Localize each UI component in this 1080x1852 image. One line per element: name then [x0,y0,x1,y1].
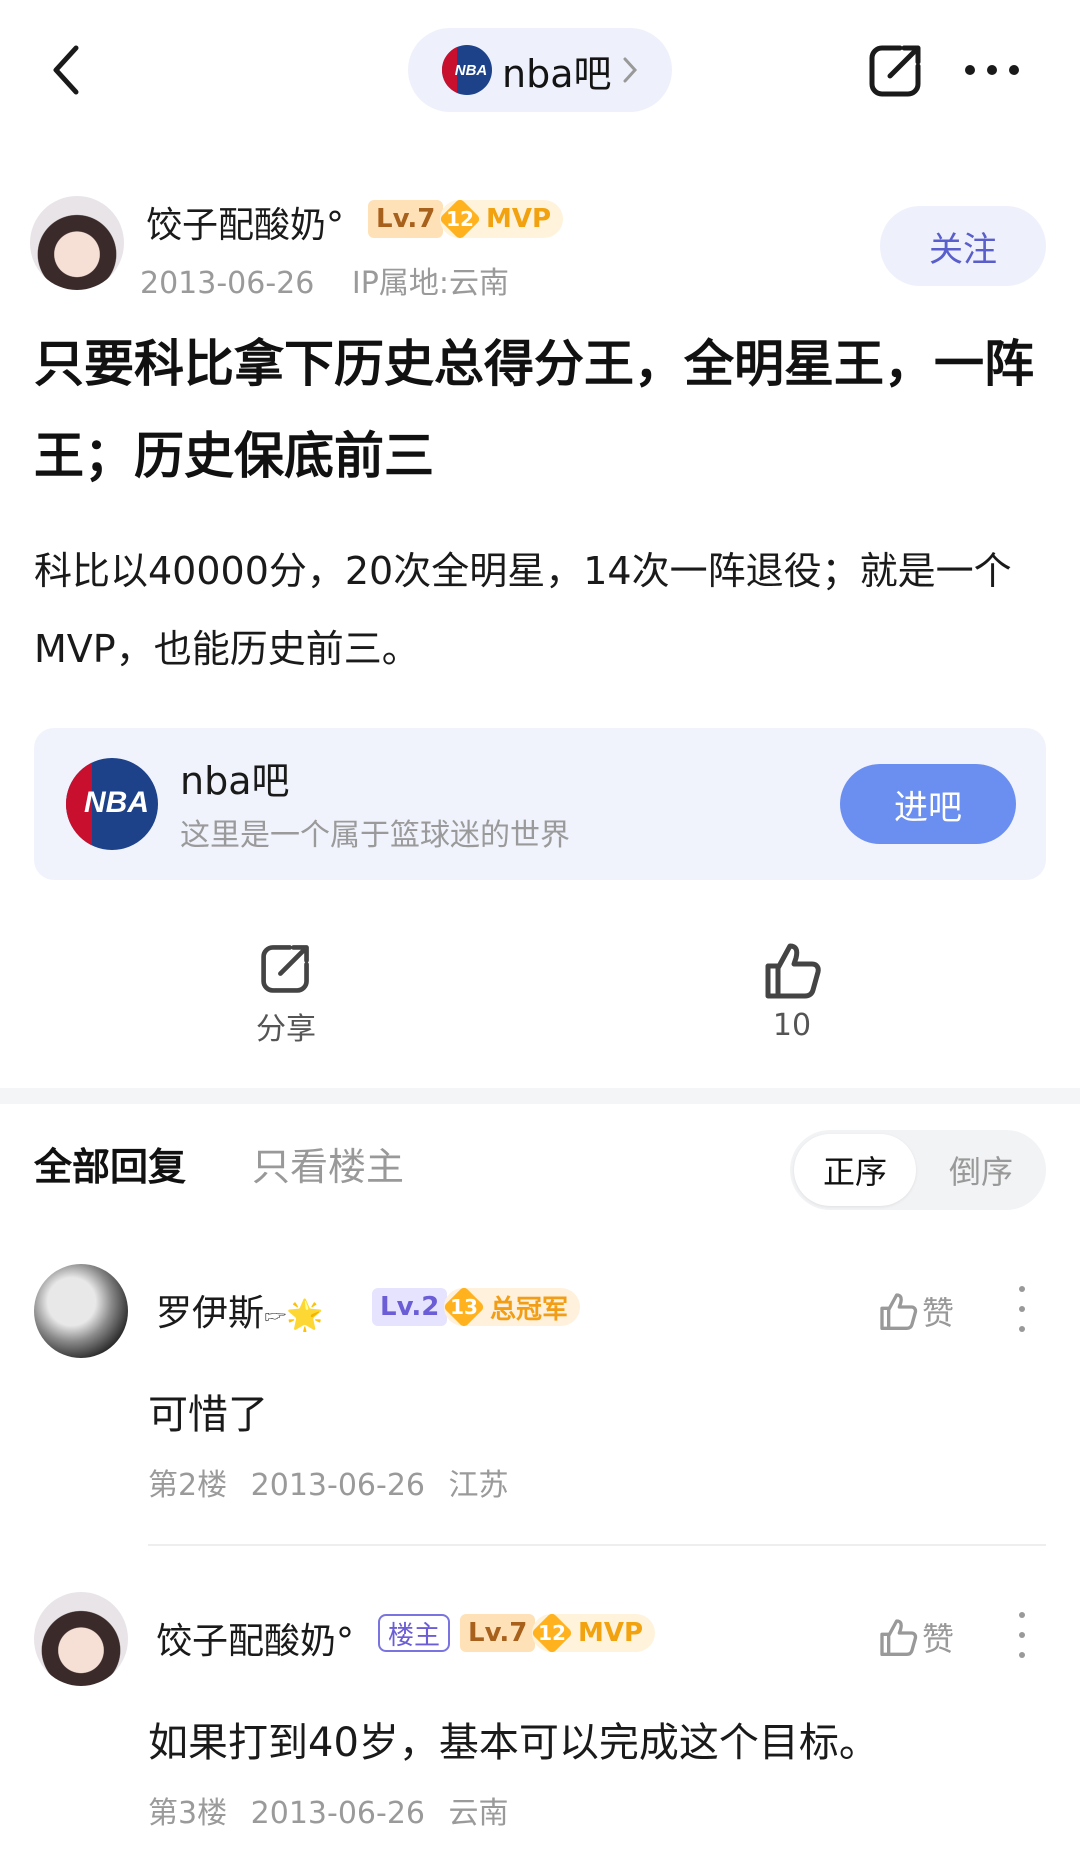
nba-logo-text: NBA [84,786,149,819]
forum-header-name: nba吧 [502,51,612,96]
follow-button[interactable]: 关注 [880,206,1046,286]
reply-meta: 第3楼 2013-06-26 云南 [148,1788,509,1832]
author-name[interactable]: 饺子配酸奶° [146,196,344,248]
reply-meta: 第2楼 2013-06-26 江苏 [148,1460,509,1504]
name-emoji: 🖙🌟 [264,1298,324,1333]
reply-author-name[interactable]: 饺子配酸奶° [156,1612,354,1664]
reply-avatar[interactable] [34,1592,128,1686]
post-body: 科比以40000分，20次全明星，14次一阵退役；就是一个MVP，也能历史前三。 [34,549,1012,671]
forum-card[interactable]: NBA nba吧 这里是一个属于篮球迷的世界 进吧 [34,728,1046,880]
reply-honor-badge: 12 MVP [532,1613,656,1653]
thumbs-up-icon [765,943,821,999]
chevron-right-icon [623,57,637,83]
share-label: 分享 [256,1012,316,1047]
like-action[interactable]: 10 [722,940,862,1043]
share-action[interactable]: 分享 [216,940,356,1048]
reply-level-badge: Lv.2 [372,1288,448,1326]
nba-logo-icon: NBA [66,758,158,850]
reply-location: 云南 [448,1796,509,1831]
share-icon [261,945,309,993]
reply-date: 2013-06-26 [250,1796,425,1831]
reply-honor-badge: 13 总冠军 [444,1287,581,1327]
nba-logo-text: NBA [454,61,488,79]
honor-label: MVP [578,1618,644,1648]
diamond-icon: 12 [532,1613,572,1653]
forum-card-desc: 这里是一个属于篮球迷的世界 [180,818,570,853]
reply-floor: 第3楼 [148,1796,228,1831]
author-avatar[interactable] [30,196,124,290]
reply-like-button[interactable]: 赞 [878,1288,954,1334]
share-icon [869,45,921,97]
like-count: 10 [772,1008,812,1043]
order-toggle: 正序 倒序 [790,1130,1046,1210]
tab-all-replies[interactable]: 全部回复 [34,1136,186,1191]
post-meta: 2013-06-26 IP属地:云南 [140,258,509,302]
more-horizontal-icon [965,65,1019,75]
forum-header-link[interactable]: NBA nba吧 [408,28,672,112]
diamond-icon: 12 [440,199,480,239]
reply-location: 江苏 [448,1468,509,1503]
order-desc-button[interactable]: 倒序 [920,1134,1042,1206]
reply-floor: 第2楼 [148,1468,228,1503]
reply-level-badge: Lv.7 [460,1614,536,1652]
section-divider [0,1088,1080,1104]
forum-card-name: nba吧 [180,759,290,803]
reply-text: 如果打到40岁，基本可以完成这个目标。 [148,1720,879,1766]
author-honor-badge: 12 MVP [440,199,564,239]
honor-label: 总冠军 [490,1294,569,1325]
tab-op-only[interactable]: 只看楼主 [252,1136,404,1191]
nba-logo-icon: NBA [442,45,492,95]
reply-avatar[interactable] [34,1264,128,1358]
honor-label: MVP [486,204,552,234]
post-ip: IP属地:云南 [351,266,509,301]
reply-like-button[interactable]: 赞 [878,1614,954,1660]
thumbs-up-icon [880,1619,918,1656]
post-date: 2013-06-26 [140,266,315,301]
reply-more-button[interactable] [1010,1286,1034,1332]
back-button[interactable] [40,40,90,100]
top-nav-bar: NBA nba吧 [0,0,1080,140]
author-level-badge: Lv.7 [368,200,444,238]
reply-author-name-text: 罗伊斯 [156,1293,265,1334]
reply-author-name[interactable]: 罗伊斯🖙🌟 [156,1284,323,1336]
diamond-icon: 13 [444,1287,484,1327]
enter-forum-button[interactable]: 进吧 [840,764,1016,844]
reply-divider [148,1544,1046,1546]
order-asc-button[interactable]: 正序 [794,1134,916,1206]
op-tag: 楼主 [378,1614,451,1652]
post-title: 只要科比拿下历史总得分王，全明星王，一阵王；历史保底前三 [34,335,1034,485]
like-label: 赞 [922,1294,955,1332]
back-arrow-icon [53,45,79,95]
like-label: 赞 [922,1620,955,1658]
reply-text: 可惜了 [148,1392,268,1438]
thumbs-up-icon [880,1293,918,1330]
reply-date: 2013-06-26 [250,1468,425,1503]
more-options-button[interactable] [960,40,1024,100]
reply-more-button[interactable] [1010,1612,1034,1658]
share-button[interactable] [866,40,926,100]
